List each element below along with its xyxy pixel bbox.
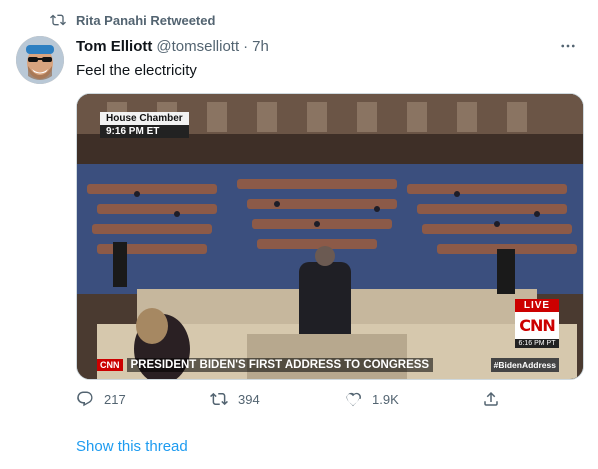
avatar[interactable] <box>16 36 64 84</box>
tweet-actions: 217 394 1.9K <box>76 390 582 410</box>
share-button[interactable] <box>482 390 500 408</box>
like-count: 1.9K <box>372 391 399 407</box>
reply-icon <box>77 391 93 407</box>
retweet-button[interactable]: 394 <box>210 390 260 408</box>
chamber-label: House Chamber 9:16 PM ET <box>100 112 189 138</box>
tweet-time[interactable]: 7h <box>252 38 269 55</box>
ticker-logo: CNN <box>97 359 123 371</box>
show-thread-link[interactable]: Show this thread <box>76 438 188 455</box>
reply-count: 217 <box>104 391 126 407</box>
live-label: LIVE <box>515 299 559 312</box>
more-icon[interactable] <box>556 36 580 56</box>
retweet-count: 394 <box>238 391 260 407</box>
news-ticker: CNN PRESIDENT BIDEN'S FIRST ADDRESS TO C… <box>97 356 434 374</box>
retweeted-by-label[interactable]: Rita Panahi Retweeted <box>76 13 215 28</box>
author-name[interactable]: Tom Elliott <box>76 38 152 55</box>
retweet-action-icon <box>210 392 228 406</box>
heart-icon <box>346 392 361 407</box>
tweet-text: Feel the electricity <box>76 62 197 79</box>
like-button[interactable]: 1.9K <box>344 390 399 408</box>
social-context: Rita Panahi Retweeted <box>50 12 215 28</box>
reply-button[interactable]: 217 <box>76 390 126 408</box>
author-handle[interactable]: @tomselliott <box>156 38 239 55</box>
share-icon <box>484 391 498 406</box>
tweet-header: Tom Elliott @tomselliott · 7h <box>76 38 269 55</box>
network-time: 6:16 PM PT <box>515 339 559 348</box>
location-label: House Chamber <box>100 112 189 125</box>
cnn-logo: CNN <box>515 312 559 339</box>
hashtag-label: #BidenAddress <box>490 358 559 372</box>
retweet-icon <box>50 14 66 26</box>
time-label: 9:16 PM ET <box>100 125 189 138</box>
separator-dot: · <box>243 38 249 55</box>
tweet-video[interactable]: House Chamber 9:16 PM ET LIVE CNN 6:16 P… <box>76 93 584 380</box>
ticker-headline: PRESIDENT BIDEN'S FIRST ADDRESS TO CONGR… <box>126 358 434 372</box>
live-badge: LIVE CNN 6:16 PM PT <box>515 299 559 348</box>
